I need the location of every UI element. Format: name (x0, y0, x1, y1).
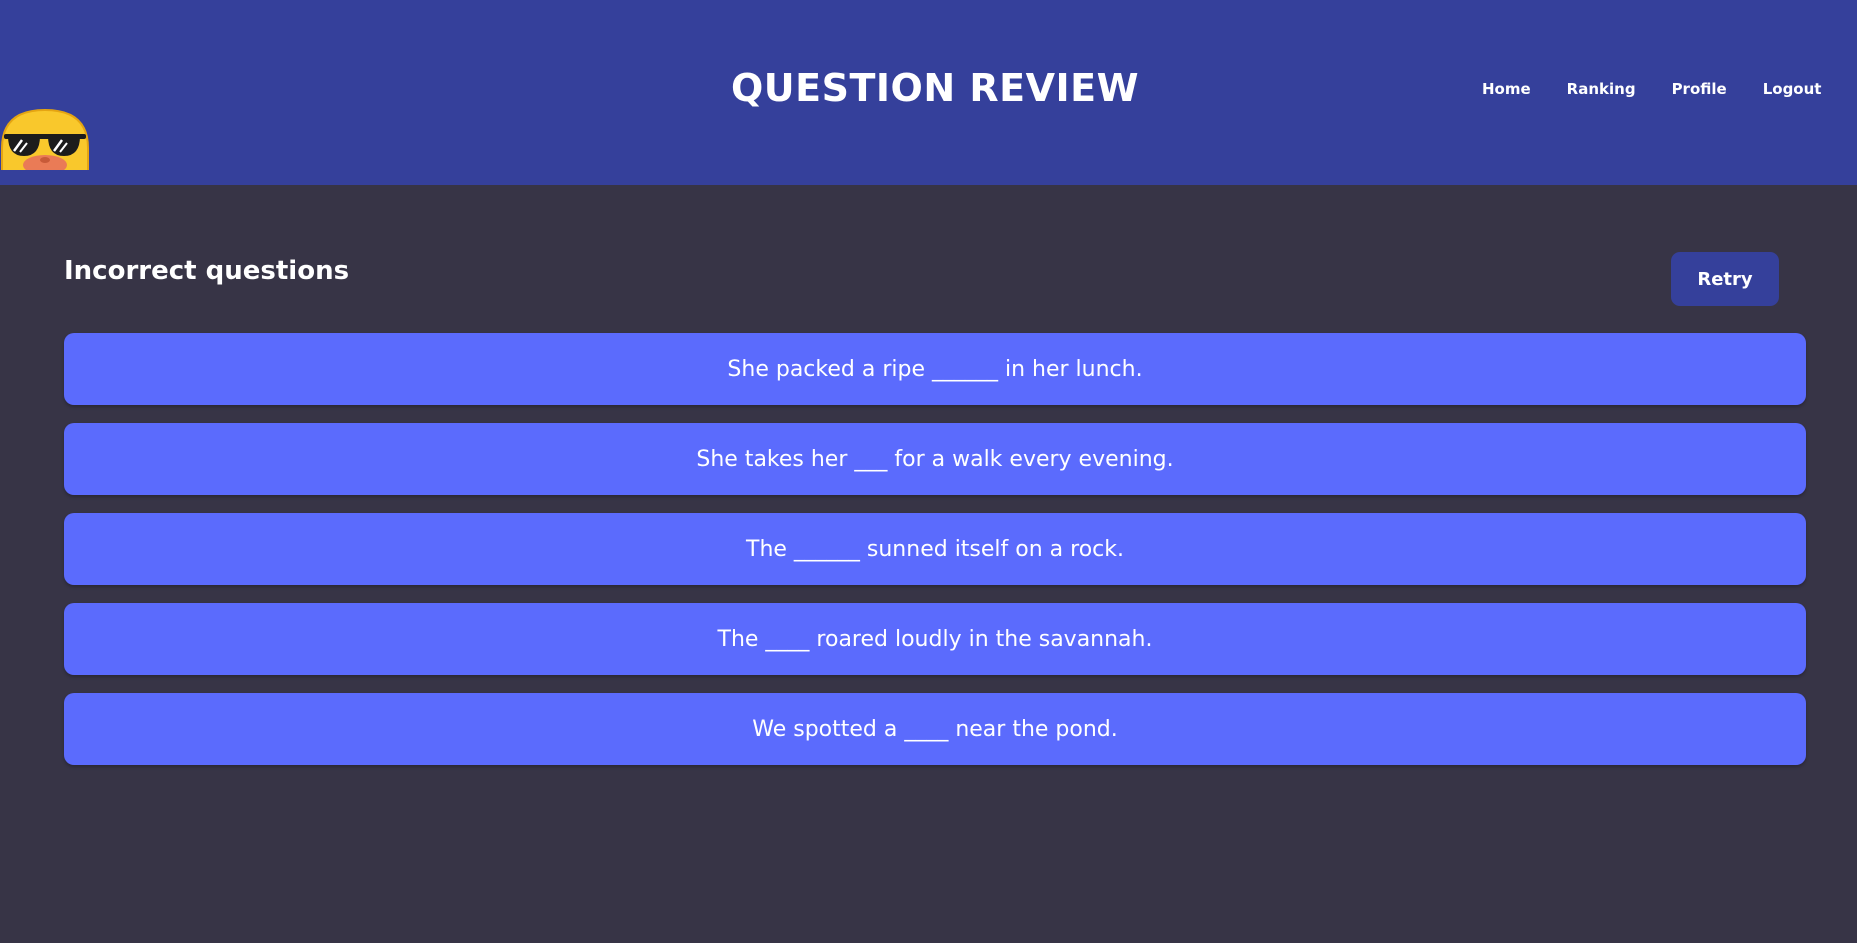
nav-profile-link[interactable]: Profile (1672, 80, 1727, 98)
question-list: She packed a ripe ______ in her lunch. S… (64, 333, 1806, 783)
retry-button[interactable]: Retry (1671, 252, 1779, 306)
question-item[interactable]: The ____ roared loudly in the savannah. (64, 603, 1806, 675)
duck-with-sunglasses-icon (0, 108, 90, 175)
question-item[interactable]: We spotted a ____ near the pond. (64, 693, 1806, 765)
question-item[interactable]: She takes her ___ for a walk every eveni… (64, 423, 1806, 495)
header-bar: QUESTION REVIEW Home Ranking Profile Log… (0, 0, 1857, 185)
nav-logout-link[interactable]: Logout (1763, 80, 1822, 98)
question-item[interactable]: She packed a ripe ______ in her lunch. (64, 333, 1806, 405)
top-nav: Home Ranking Profile Logout (1482, 80, 1821, 98)
question-item[interactable]: The ______ sunned itself on a rock. (64, 513, 1806, 585)
nav-ranking-link[interactable]: Ranking (1567, 80, 1636, 98)
nav-home-link[interactable]: Home (1482, 80, 1531, 98)
section-title: Incorrect questions (64, 256, 350, 286)
